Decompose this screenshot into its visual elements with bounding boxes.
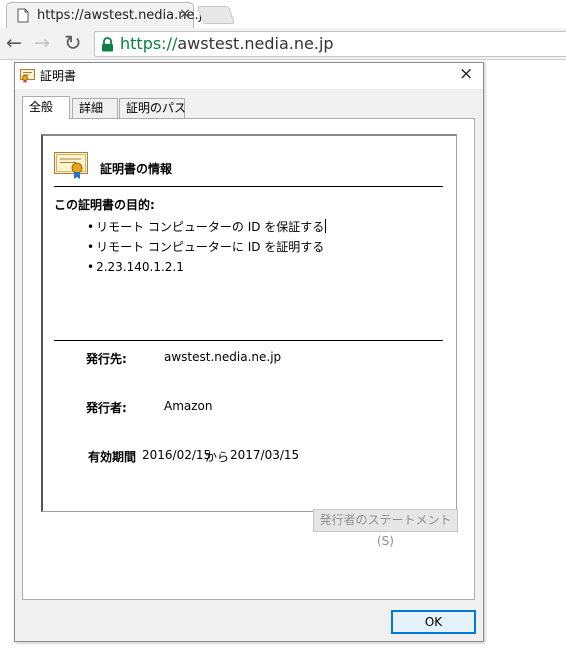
heading-divider (54, 186, 443, 187)
issued-to-label: 発行先: (86, 352, 127, 366)
issued-by-label: 発行者: (86, 401, 127, 415)
issued-by-value: Amazon (164, 399, 213, 413)
validity-separator: から (205, 450, 230, 464)
close-icon[interactable]: × (459, 64, 473, 84)
purpose-text: 2.23.140.1.2.1 (96, 260, 184, 274)
url-host: awstest.nedia.ne.jp (177, 34, 334, 53)
dialog-title: 証明書 (40, 69, 77, 83)
forward-icon[interactable]: → (34, 32, 50, 54)
purpose-text: リモート コンピューターに ID を証明する (96, 240, 325, 254)
certificate-dialog: 証明書 × 全般 詳細 証明のパス 証明書の情報 この証明書の目的: リモート … (14, 62, 484, 642)
back-icon[interactable]: ← (6, 32, 22, 54)
certificate-info-box: 証明書の情報 この証明書の目的: リモート コンピューターの ID を保証する … (41, 134, 457, 512)
certificate-large-icon (54, 152, 88, 182)
purpose-label: この証明書の目的: (54, 198, 155, 212)
page-icon (17, 8, 29, 26)
details-divider (54, 340, 443, 341)
browser-toolbar: ← → ↻ https://awstest.nedia.ne.jp (0, 28, 566, 60)
valid-from: 2016/02/15 (142, 448, 212, 462)
purpose-item: 2.23.140.1.2.1 (87, 258, 326, 278)
validity-label: 有効期間 (88, 450, 137, 464)
url-scheme: https:// (120, 34, 178, 53)
issued-to-value: awstest.nedia.ne.jp (164, 350, 282, 364)
tab-close-icon[interactable]: × (179, 6, 191, 22)
purpose-text: リモート コンピューターの ID を保証する (96, 220, 325, 234)
purpose-item: リモート コンピューターに ID を証明する (87, 238, 326, 258)
tab-details[interactable]: 詳細 (72, 98, 118, 118)
new-tab-button[interactable] (196, 6, 236, 24)
ok-button[interactable]: OK (391, 610, 476, 634)
tab-general[interactable]: 全般 (22, 96, 70, 119)
info-heading: 証明書の情報 (100, 162, 173, 176)
purpose-item: リモート コンピューターの ID を保証する (87, 218, 327, 238)
reload-icon[interactable]: ↻ (64, 32, 82, 54)
certificate-icon (20, 69, 35, 86)
browser-tab[interactable]: https://awstest.nedia.ne.jp × (6, 2, 211, 28)
valid-to: 2017/03/15 (230, 448, 300, 462)
dialog-titlebar[interactable]: 証明書 × (15, 63, 483, 89)
address-bar[interactable]: https://awstest.nedia.ne.jp (94, 31, 566, 57)
tab-certification-path[interactable]: 証明のパス (119, 98, 186, 118)
url-text[interactable]: https://awstest.nedia.ne.jp (120, 34, 334, 53)
general-tab-panel: 証明書の情報 この証明書の目的: リモート コンピューターの ID を保証する … (22, 118, 475, 600)
purpose-list: リモート コンピューターの ID を保証する リモート コンピューターに ID … (87, 218, 327, 278)
text-caret (325, 219, 327, 233)
lock-icon (101, 37, 114, 55)
issuer-statement-button[interactable]: 発行者のステートメント(S) (313, 509, 458, 548)
browser-tab-strip: https://awstest.nedia.ne.jp × (0, 0, 566, 28)
